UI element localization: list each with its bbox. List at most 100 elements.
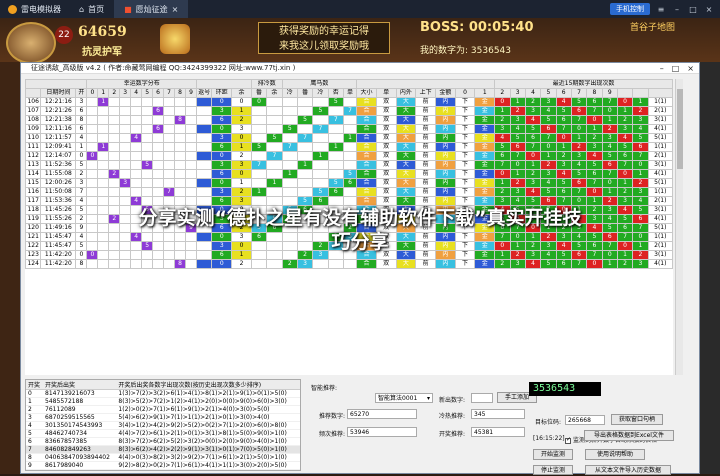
grid-cell[interactable]: 3	[616, 196, 634, 206]
grid-cell[interactable]: 内	[434, 142, 456, 152]
grid-cell[interactable]: 3(1)	[647, 160, 674, 170]
grid-cell[interactable]: 0	[524, 151, 542, 161]
grid-cell[interactable]	[119, 133, 132, 143]
grid-cell[interactable]: 大	[395, 196, 417, 206]
grid-cell[interactable]	[86, 124, 99, 134]
grid-cell[interactable]: 3	[296, 259, 314, 269]
grid-cell[interactable]: 下	[454, 196, 476, 206]
grid-cell[interactable]	[281, 196, 298, 206]
grid-cell[interactable]	[266, 124, 283, 134]
auto-add-checkbox[interactable]	[565, 436, 571, 444]
grid-cell[interactable]: 0	[231, 169, 252, 179]
grid-cell[interactable]	[312, 160, 329, 170]
grid-cell[interactable]	[281, 160, 298, 170]
grid-cell[interactable]: 5	[312, 106, 329, 116]
new-number-input[interactable]	[471, 393, 493, 403]
recommend-input[interactable]: 65270	[347, 409, 417, 419]
grid-cell[interactable]	[174, 160, 186, 170]
grid-cell[interactable]	[108, 115, 121, 125]
grid-cell[interactable]	[266, 97, 283, 107]
grid-cell[interactable]	[184, 115, 198, 125]
grid-cell[interactable]: 4	[130, 196, 143, 206]
grid-cell[interactable]	[342, 142, 358, 152]
grid-cell[interactable]	[108, 97, 121, 107]
grid-cell[interactable]: 3	[570, 151, 588, 161]
grid-cell[interactable]	[327, 133, 344, 143]
grid-cell[interactable]	[281, 187, 298, 197]
grid-cell[interactable]: 6	[342, 178, 358, 188]
grid-cell[interactable]: 7	[601, 169, 618, 179]
grid-row[interactable]: 113 11:52:36 5 5 3 3 7 1 合双大前内下金 7 0 1 2 3 4 5 6 7 0 3(1)	[24, 160, 674, 170]
grid-cell[interactable]: 1	[601, 187, 618, 197]
grid-cell[interactable]	[250, 178, 268, 188]
grid-cell[interactable]: 大	[395, 142, 417, 152]
freq-input[interactable]: 53946	[347, 427, 417, 437]
grid-cell[interactable]: 内	[434, 106, 456, 116]
grid-cell[interactable]	[119, 151, 132, 161]
grid-cell[interactable]	[174, 169, 186, 179]
grid-row[interactable]: 114 11:55:08 2 2 6 0 1 5 合双大前内下金 0 1 2 3 4 5 6 7 0 1 4(1)	[24, 169, 674, 179]
grid-cell[interactable]: 12:09:41	[40, 142, 77, 152]
grid-cell[interactable]: 前	[415, 169, 436, 179]
grid-cell[interactable]	[312, 142, 329, 152]
grid-cell[interactable]	[163, 160, 175, 170]
grid-cell[interactable]	[97, 115, 110, 125]
grid-cell[interactable]: 合	[356, 142, 377, 152]
grid-cell[interactable]: 3	[540, 169, 557, 179]
grid-cell[interactable]	[163, 106, 175, 116]
grid-cell[interactable]: 0	[211, 124, 233, 134]
grid-cell[interactable]: 内	[434, 196, 456, 206]
grid-cell[interactable]: 3	[211, 106, 233, 116]
grid-cell[interactable]	[174, 133, 186, 143]
grid-cell[interactable]: 3	[509, 187, 526, 197]
start-monitor-button[interactable]: 开始监测	[533, 449, 573, 460]
grid-cell[interactable]: 4	[509, 196, 526, 206]
grid-cell[interactable]: 3	[211, 160, 233, 170]
grid-cell[interactable]: 5(1)	[647, 178, 674, 188]
grid-cell[interactable]	[196, 196, 213, 206]
grid-cell[interactable]: 1	[616, 178, 634, 188]
grid-cell[interactable]	[250, 196, 268, 206]
grid-cell[interactable]: 内	[434, 124, 456, 134]
grid-cell[interactable]	[250, 115, 268, 125]
grid-cell[interactable]: 3	[231, 196, 252, 206]
grid-cell[interactable]	[196, 142, 213, 152]
grid-cell[interactable]	[163, 196, 175, 206]
grid-row[interactable]: 107 12:21:26 6 6 3 1 5 7 合双大前内下金 1 2 3 4 5 6 7 0 1 2 2(1)	[24, 106, 674, 116]
grid-cell[interactable]	[184, 160, 198, 170]
grid-cell[interactable]: 0	[86, 151, 99, 161]
grid-cell[interactable]: 内	[434, 178, 456, 188]
grid-cell[interactable]: 7	[632, 151, 649, 161]
grid-cell[interactable]: 1	[231, 142, 252, 152]
grid-cell[interactable]: 5	[570, 169, 588, 179]
grid-cell[interactable]	[86, 178, 99, 188]
grid-cell[interactable]: 2	[509, 178, 526, 188]
grid-cell[interactable]: 金	[474, 142, 496, 152]
grid-cell[interactable]	[97, 196, 110, 206]
grid-cell[interactable]	[163, 259, 175, 269]
grid-cell[interactable]: 3	[616, 124, 634, 134]
list-item[interactable]: 8 04063847093894402 4(4)>0(3)>8(2)>3(2)>9(…	[26, 453, 300, 462]
grid-cell[interactable]	[312, 169, 329, 179]
grid-cell[interactable]: 114	[24, 169, 42, 179]
grid-cell[interactable]: 大	[395, 124, 417, 134]
grid-cell[interactable]: 1	[97, 97, 110, 107]
grid-cell[interactable]	[184, 124, 198, 134]
window-close-icon[interactable]: ×	[687, 64, 694, 73]
grid-cell[interactable]: 3(1)	[647, 115, 674, 125]
grid-cell[interactable]: 0	[570, 196, 588, 206]
grid-cell[interactable]	[152, 196, 165, 206]
grid-cell[interactable]: 5	[601, 151, 618, 161]
grid-cell[interactable]: 内	[434, 97, 456, 107]
grid-cell[interactable]	[174, 151, 186, 161]
grid-cell[interactable]: 7	[342, 106, 358, 116]
grid-cell[interactable]: 金	[474, 115, 496, 125]
grid-cell[interactable]	[141, 259, 154, 269]
grid-cell[interactable]: 双	[375, 196, 397, 206]
grid-cell[interactable]: 4	[555, 97, 572, 107]
reward-banner[interactable]: 获得奖励的幸运记得 来我这儿领取奖励哦	[258, 22, 390, 54]
grid-cell[interactable]: 0	[211, 151, 233, 161]
grid-cell[interactable]: 0	[494, 169, 511, 179]
grid-cell[interactable]	[184, 178, 198, 188]
grid-cell[interactable]: 6	[152, 124, 165, 134]
